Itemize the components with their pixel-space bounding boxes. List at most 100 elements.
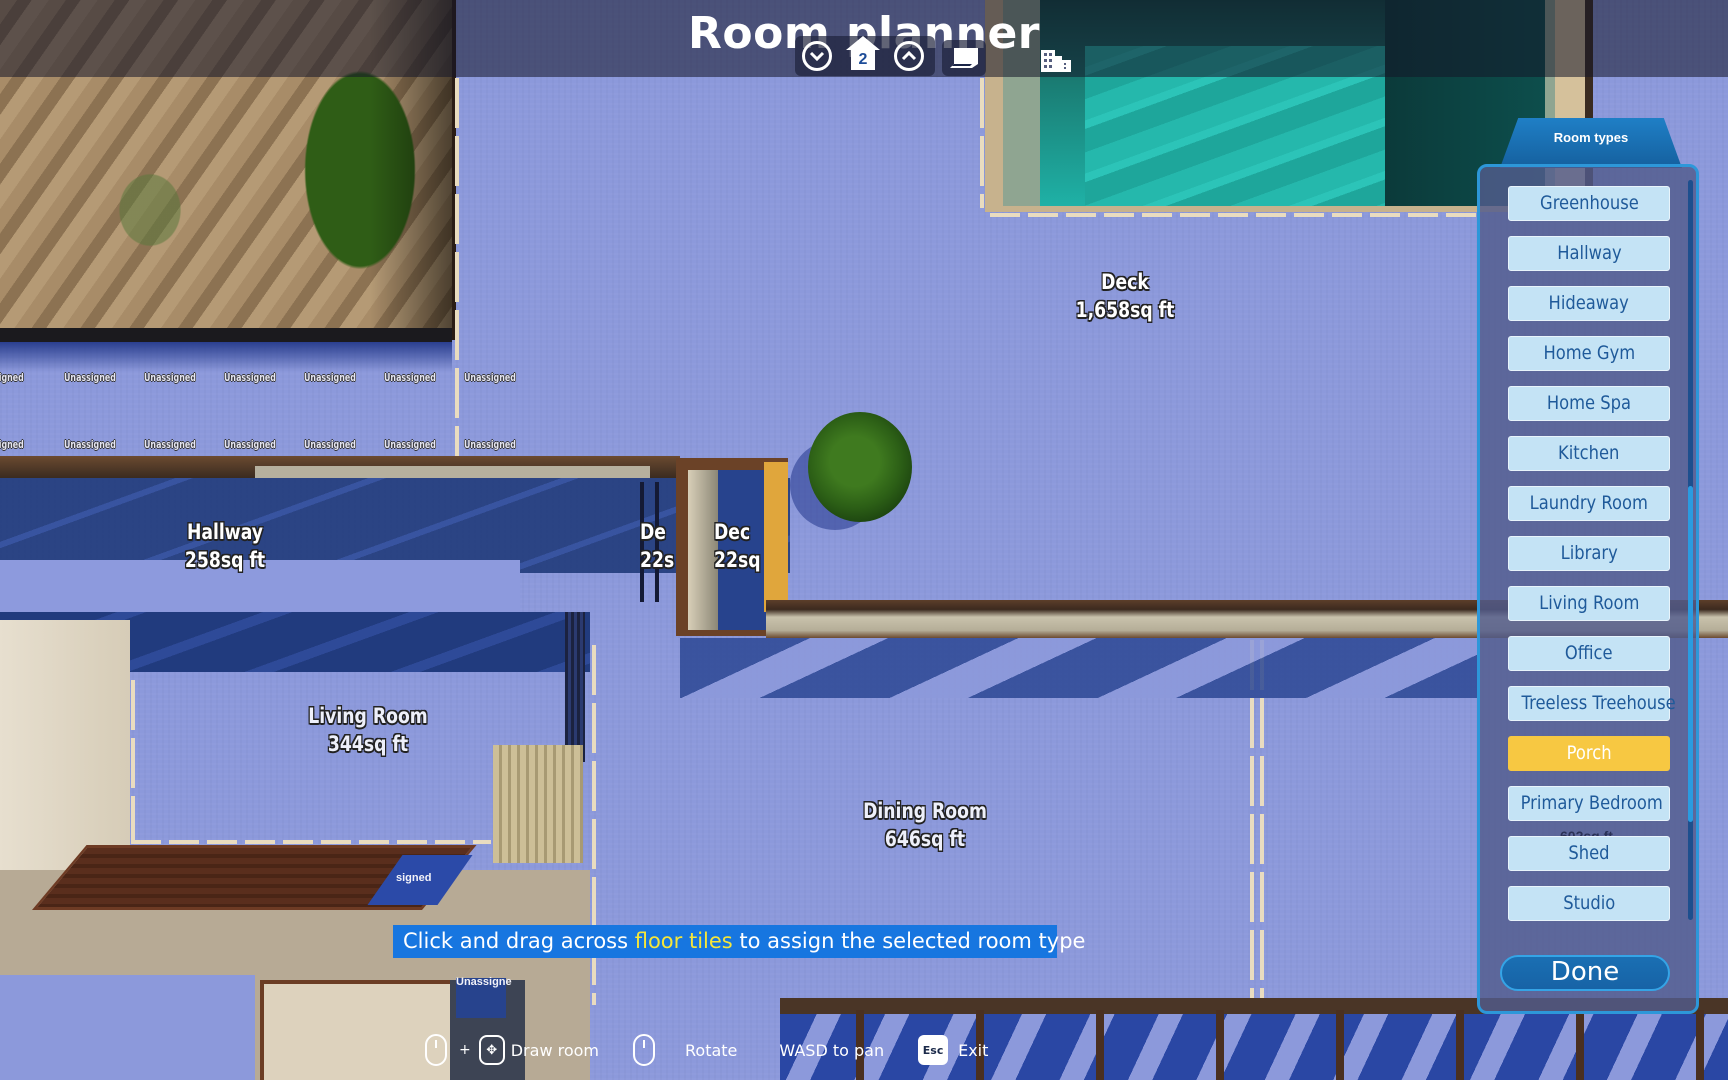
draw-room-hint: Draw room	[510, 1040, 599, 1060]
room-type-treeless-treehouse[interactable]: Treeless Treehouse	[1508, 686, 1676, 721]
room-type-label: Library	[1560, 542, 1618, 564]
unassigned-tile-label: Unassigned	[64, 438, 116, 451]
room-label-deck-small[interactable]: De 22s	[640, 518, 675, 574]
room-area: 344sq ft	[327, 732, 409, 756]
room-label-living-room[interactable]: Living Room 344sq ft	[302, 702, 433, 758]
garden-wall	[0, 328, 452, 342]
room-type-label: Primary Bedroom	[1520, 792, 1663, 814]
room-type-greenhouse[interactable]: Greenhouse	[1508, 186, 1670, 221]
room-boundary	[131, 840, 491, 844]
room-name: Dec	[714, 520, 751, 544]
instruction-banner: Click and drag across floor tiles to ass…	[393, 925, 1085, 958]
unassigned-tile-label: assigned	[0, 438, 24, 451]
exit-hint[interactable]: Exit	[958, 1041, 988, 1060]
room-boundary	[455, 78, 459, 456]
room-type-laundry-room[interactable]: Laundry Room	[1508, 486, 1670, 521]
unassigned-tile-label: Unassigned	[144, 371, 196, 384]
chevron-up-circle-icon[interactable]	[894, 41, 924, 71]
room-type-living-room[interactable]: Living Room	[1508, 586, 1670, 621]
room-type-label: Shed	[1568, 842, 1610, 864]
room-boundary	[980, 78, 984, 208]
room-type-home-gym[interactable]: Home Gym	[1508, 336, 1670, 371]
room-boundary	[990, 213, 1480, 217]
room-type-label: Greenhouse	[1539, 192, 1639, 214]
room-name: De	[640, 520, 666, 544]
room-area: 22sq	[714, 548, 761, 572]
room-label-dining-room[interactable]: Dining Room 646sq ft	[859, 797, 990, 853]
unassigned-tile-label: Unassigned	[464, 371, 516, 384]
unassigned-tile-label: Unassigned	[64, 371, 116, 384]
room-type-label: Hideaway	[1548, 292, 1630, 314]
room-area: 1,658sq ft	[1075, 298, 1175, 322]
room-types-title: Room types	[1553, 130, 1629, 145]
room-type-home-spa[interactable]: Home Spa	[1508, 386, 1670, 421]
control-hints: + ✥ Draw room Rotate WASD to pan Esc Exi…	[425, 1032, 988, 1068]
room-name: Deck	[1101, 270, 1149, 294]
room-type-kitchen[interactable]: Kitchen	[1508, 436, 1670, 471]
unassigned-tile-label: Unassigned	[304, 371, 356, 384]
hint-highlight: floor tiles	[634, 929, 733, 953]
room-types-scrollbar-thumb[interactable]	[1688, 486, 1693, 822]
room-type-label: Laundry Room	[1529, 492, 1649, 514]
unassigned-tile-label: Unassigned	[464, 438, 516, 451]
house-roof	[846, 36, 880, 50]
room-type-label: Hallway	[1556, 242, 1622, 264]
room-label-hallway[interactable]: Hallway 258sq ft	[159, 518, 290, 574]
deck-tower-post	[764, 462, 788, 612]
unassigned-tile-label: Unassigned	[224, 371, 276, 384]
shrub	[808, 412, 912, 522]
hallway-wall-cap	[255, 466, 650, 478]
room-type-studio[interactable]: Studio	[1508, 886, 1670, 921]
patio-wall	[260, 980, 450, 1080]
floor-plane-icon[interactable]	[948, 46, 980, 70]
rotate-hint: Rotate	[685, 1040, 738, 1060]
room-type-library[interactable]: Library	[1508, 536, 1670, 571]
room-area: 22s	[640, 548, 675, 572]
room-type-label: Porch	[1566, 742, 1612, 764]
room-type-label: Kitchen	[1558, 442, 1620, 464]
unassigned-tile-label: signed	[396, 872, 432, 884]
room-label-deck-small[interactable]: Dec 22sq	[714, 518, 761, 574]
unassigned-tile-label: Unassigned	[144, 438, 196, 451]
room-type-label: Treeless Treehouse	[1521, 692, 1676, 714]
wall-shadow	[0, 342, 452, 372]
room-type-label: Living Room	[1538, 592, 1640, 614]
lower-floor	[0, 975, 255, 1080]
room-type-label: Office	[1565, 642, 1613, 664]
done-button[interactable]: Done	[1500, 955, 1670, 991]
room-type-porch[interactable]: Porch	[1508, 736, 1670, 771]
unassigned-tile-label: Unassigned	[384, 438, 436, 451]
room-label-deck[interactable]: Deck 1,658sq ft	[1043, 268, 1207, 324]
unassigned-tiles-row[interactable]: assigned Unassigned Unassigned Unassigne…	[0, 438, 530, 451]
room-type-office[interactable]: Office	[1508, 636, 1670, 671]
unassigned-tile-label: assigned	[0, 371, 24, 384]
building-icon[interactable]	[1040, 48, 1072, 72]
room-name: Hallway	[186, 520, 264, 544]
unassigned-tile-label: Unassigned	[384, 371, 436, 384]
room-type-hideaway[interactable]: Hideaway	[1508, 286, 1670, 321]
current-floor-number: 2	[851, 49, 875, 70]
mouse-left-click-icon	[425, 1034, 447, 1066]
room-type-label: Studio	[1562, 892, 1616, 914]
window-grille	[565, 612, 585, 762]
room-area: 258sq ft	[184, 548, 266, 572]
hint-text: to assign the selected room type	[732, 929, 1086, 953]
hint-text: Click and drag across	[403, 929, 635, 953]
pan-hint: WASD to pan	[779, 1040, 885, 1060]
unassigned-tile-label: Unassigned	[224, 438, 276, 451]
floor-plan-viewport[interactable]: assigned Unassigned Unassigned Unassigne…	[0, 0, 1728, 1080]
esc-key-icon: Esc	[918, 1035, 949, 1065]
current-floor-icon: 2	[846, 36, 880, 72]
railing-shadow	[680, 638, 1480, 698]
chevron-down-circle-icon[interactable]	[802, 41, 832, 71]
unassigned-tiles-row[interactable]: assigned Unassigned Unassigned Unassigne…	[0, 371, 530, 384]
plus-sign: +	[459, 1042, 471, 1058]
room-area: 646sq ft	[884, 827, 966, 851]
room-type-shed[interactable]: Shed	[1508, 836, 1670, 871]
room-type-label: Home Spa	[1546, 392, 1632, 414]
mouse-scroll-icon	[633, 1034, 655, 1066]
unassigned-tile-label: Unassigned	[304, 438, 356, 451]
chevron-down-icon	[809, 51, 825, 62]
room-type-primary-bedroom[interactable]: Primary Bedroom	[1508, 786, 1670, 821]
room-type-hallway[interactable]: Hallway	[1508, 236, 1670, 271]
